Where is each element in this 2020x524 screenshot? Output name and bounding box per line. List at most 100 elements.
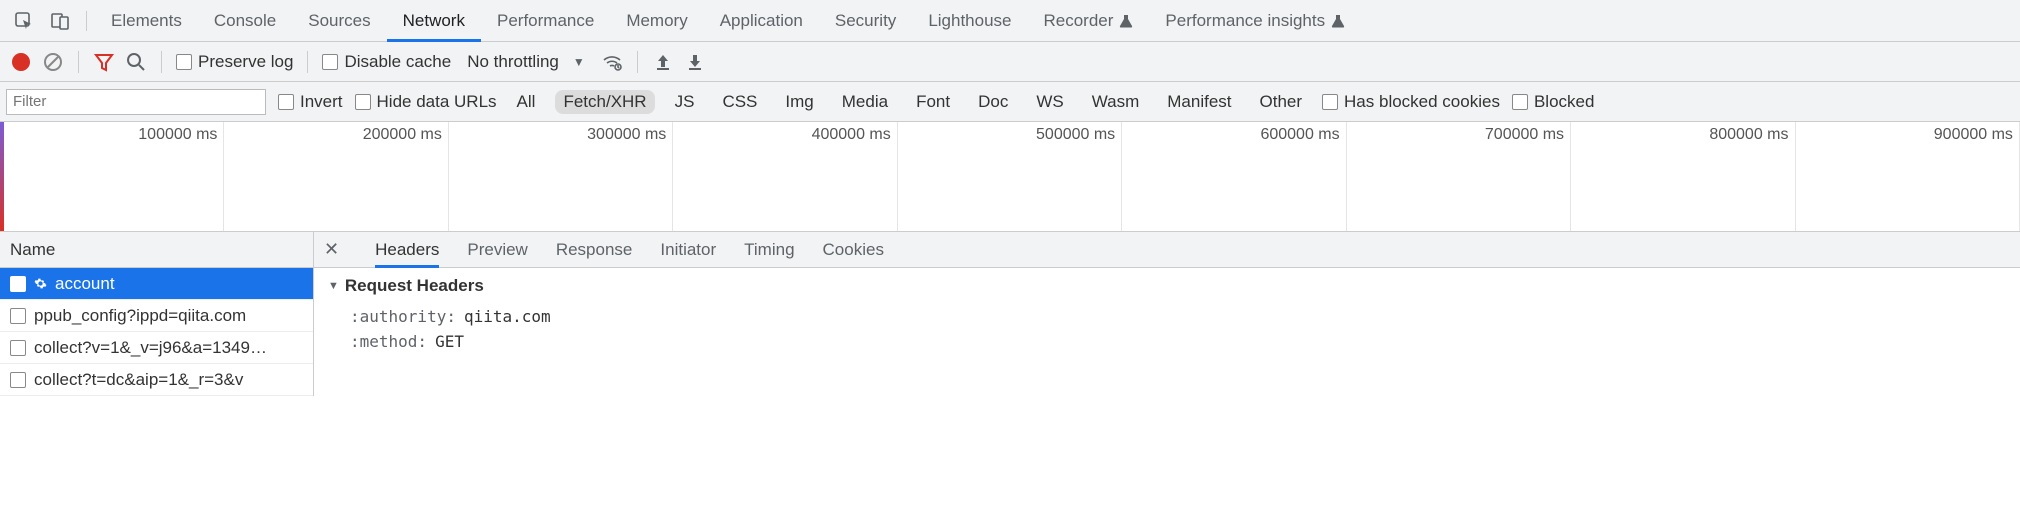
checkbox-label: Preserve log (198, 52, 293, 72)
request-list-header[interactable]: Name (0, 232, 313, 268)
request-list-panel: Name account ppub_config?ippd=qiita.com … (0, 232, 314, 396)
filter-icon[interactable] (93, 51, 115, 73)
headers-body: ▼ Request Headers :authority: qiita.com … (314, 268, 2020, 362)
divider (161, 51, 162, 73)
disclosure-triangle-icon: ▼ (328, 280, 339, 292)
tab-label: Recorder (1044, 11, 1114, 31)
record-button[interactable] (10, 51, 32, 73)
request-name: ppub_config?ippd=qiita.com (34, 306, 246, 326)
hide-data-urls-checkbox[interactable]: Hide data URLs (355, 92, 497, 112)
type-js[interactable]: JS (667, 90, 703, 114)
tab-performance[interactable]: Performance (481, 0, 610, 42)
search-icon[interactable] (125, 51, 147, 73)
header-key: :authority: (350, 307, 456, 326)
type-font[interactable]: Font (908, 90, 958, 114)
checkbox-icon (278, 94, 294, 110)
detail-tab-headers[interactable]: Headers (375, 232, 439, 268)
request-row[interactable]: collect?t=dc&aip=1&_r=3&v (0, 364, 313, 396)
divider (307, 51, 308, 73)
tab-label: Performance (497, 11, 594, 31)
type-media[interactable]: Media (834, 90, 896, 114)
checkbox-icon (10, 372, 26, 388)
network-toolbar: Preserve log Disable cache No throttling… (0, 42, 2020, 82)
filter-input[interactable] (6, 89, 266, 115)
request-name: collect?t=dc&aip=1&_r=3&v (34, 370, 243, 390)
checkbox-icon (1322, 94, 1338, 110)
upload-har-icon[interactable] (652, 51, 674, 73)
tab-application[interactable]: Application (704, 0, 819, 42)
timeline-tick: 900000 ms (1934, 126, 2013, 144)
inspect-icon[interactable] (12, 9, 36, 33)
divider (78, 51, 79, 73)
type-doc[interactable]: Doc (970, 90, 1016, 114)
timeline-tick: 700000 ms (1485, 126, 1564, 144)
timeline-tick: 100000 ms (138, 126, 217, 144)
tab-sources[interactable]: Sources (292, 0, 386, 42)
type-all[interactable]: All (509, 90, 544, 114)
throttling-select[interactable]: No throttling ▼ (461, 52, 591, 72)
tab-security[interactable]: Security (819, 0, 912, 42)
request-headers-section[interactable]: ▼ Request Headers (328, 276, 2006, 296)
disable-cache-checkbox[interactable]: Disable cache (322, 52, 451, 72)
checkbox-icon (322, 54, 338, 70)
blocked-requests-checkbox[interactable]: Blocked (1512, 92, 1594, 112)
request-row[interactable]: account (0, 268, 313, 300)
checkbox-label: Hide data URLs (377, 92, 497, 112)
type-other[interactable]: Other (1252, 90, 1311, 114)
tab-recorder[interactable]: Recorder (1028, 0, 1150, 42)
header-kv: :method: GET (328, 329, 2006, 354)
detail-tab-response[interactable]: Response (556, 232, 633, 268)
main-tabbar: Elements Console Sources Network Perform… (0, 0, 2020, 42)
tab-memory[interactable]: Memory (610, 0, 703, 42)
type-manifest[interactable]: Manifest (1159, 90, 1239, 114)
gear-icon (34, 277, 47, 290)
checkbox-icon (10, 276, 26, 292)
header-key: :method: (350, 332, 427, 351)
detail-tab-initiator[interactable]: Initiator (660, 232, 716, 268)
close-icon[interactable]: ✕ (324, 239, 339, 260)
request-row[interactable]: collect?v=1&_v=j96&a=1349… (0, 332, 313, 364)
type-img[interactable]: Img (777, 90, 821, 114)
network-detail-split: Name account ppub_config?ippd=qiita.com … (0, 232, 2020, 396)
clear-button[interactable] (42, 51, 64, 73)
invert-checkbox[interactable]: Invert (278, 92, 343, 112)
tab-performance-insights[interactable]: Performance insights (1149, 0, 1361, 42)
preserve-log-checkbox[interactable]: Preserve log (176, 52, 293, 72)
tab-label: Application (720, 11, 803, 31)
timeline-overview[interactable]: 100000 ms 200000 ms 300000 ms 400000 ms … (0, 122, 2020, 232)
detail-tab-cookies[interactable]: Cookies (823, 232, 884, 268)
type-fetch-xhr[interactable]: Fetch/XHR (555, 90, 654, 114)
type-ws[interactable]: WS (1028, 90, 1071, 114)
type-wasm[interactable]: Wasm (1084, 90, 1148, 114)
device-toggle-icon[interactable] (48, 9, 72, 33)
tab-network[interactable]: Network (387, 0, 481, 42)
timeline-tick: 200000 ms (363, 126, 442, 144)
section-title-label: Request Headers (345, 276, 484, 296)
tab-console[interactable]: Console (198, 0, 292, 42)
timeline-tick: 300000 ms (587, 126, 666, 144)
detail-tab-preview[interactable]: Preview (467, 232, 527, 268)
detail-tab-timing[interactable]: Timing (744, 232, 794, 268)
tab-label: Memory (626, 11, 687, 31)
flask-icon (1331, 14, 1345, 28)
request-row[interactable]: ppub_config?ippd=qiita.com (0, 300, 313, 332)
header-kv: :authority: qiita.com (328, 304, 2006, 329)
network-conditions-icon[interactable] (601, 51, 623, 73)
tab-lighthouse[interactable]: Lighthouse (912, 0, 1027, 42)
throttling-value: No throttling (467, 52, 559, 72)
tab-elements[interactable]: Elements (95, 0, 198, 42)
tab-label: Lighthouse (928, 11, 1011, 31)
has-blocked-cookies-checkbox[interactable]: Has blocked cookies (1322, 92, 1500, 112)
checkbox-label: Has blocked cookies (1344, 92, 1500, 112)
request-name: account (55, 274, 115, 294)
checkbox-label: Disable cache (344, 52, 451, 72)
tab-label: Network (403, 11, 465, 31)
chevron-down-icon: ▼ (573, 55, 585, 69)
tab-label: Performance insights (1165, 11, 1325, 31)
tab-label: Security (835, 11, 896, 31)
checkbox-icon (1512, 94, 1528, 110)
download-har-icon[interactable] (684, 51, 706, 73)
timeline-tick: 800000 ms (1709, 126, 1788, 144)
type-css[interactable]: CSS (714, 90, 765, 114)
tab-label: Elements (111, 11, 182, 31)
